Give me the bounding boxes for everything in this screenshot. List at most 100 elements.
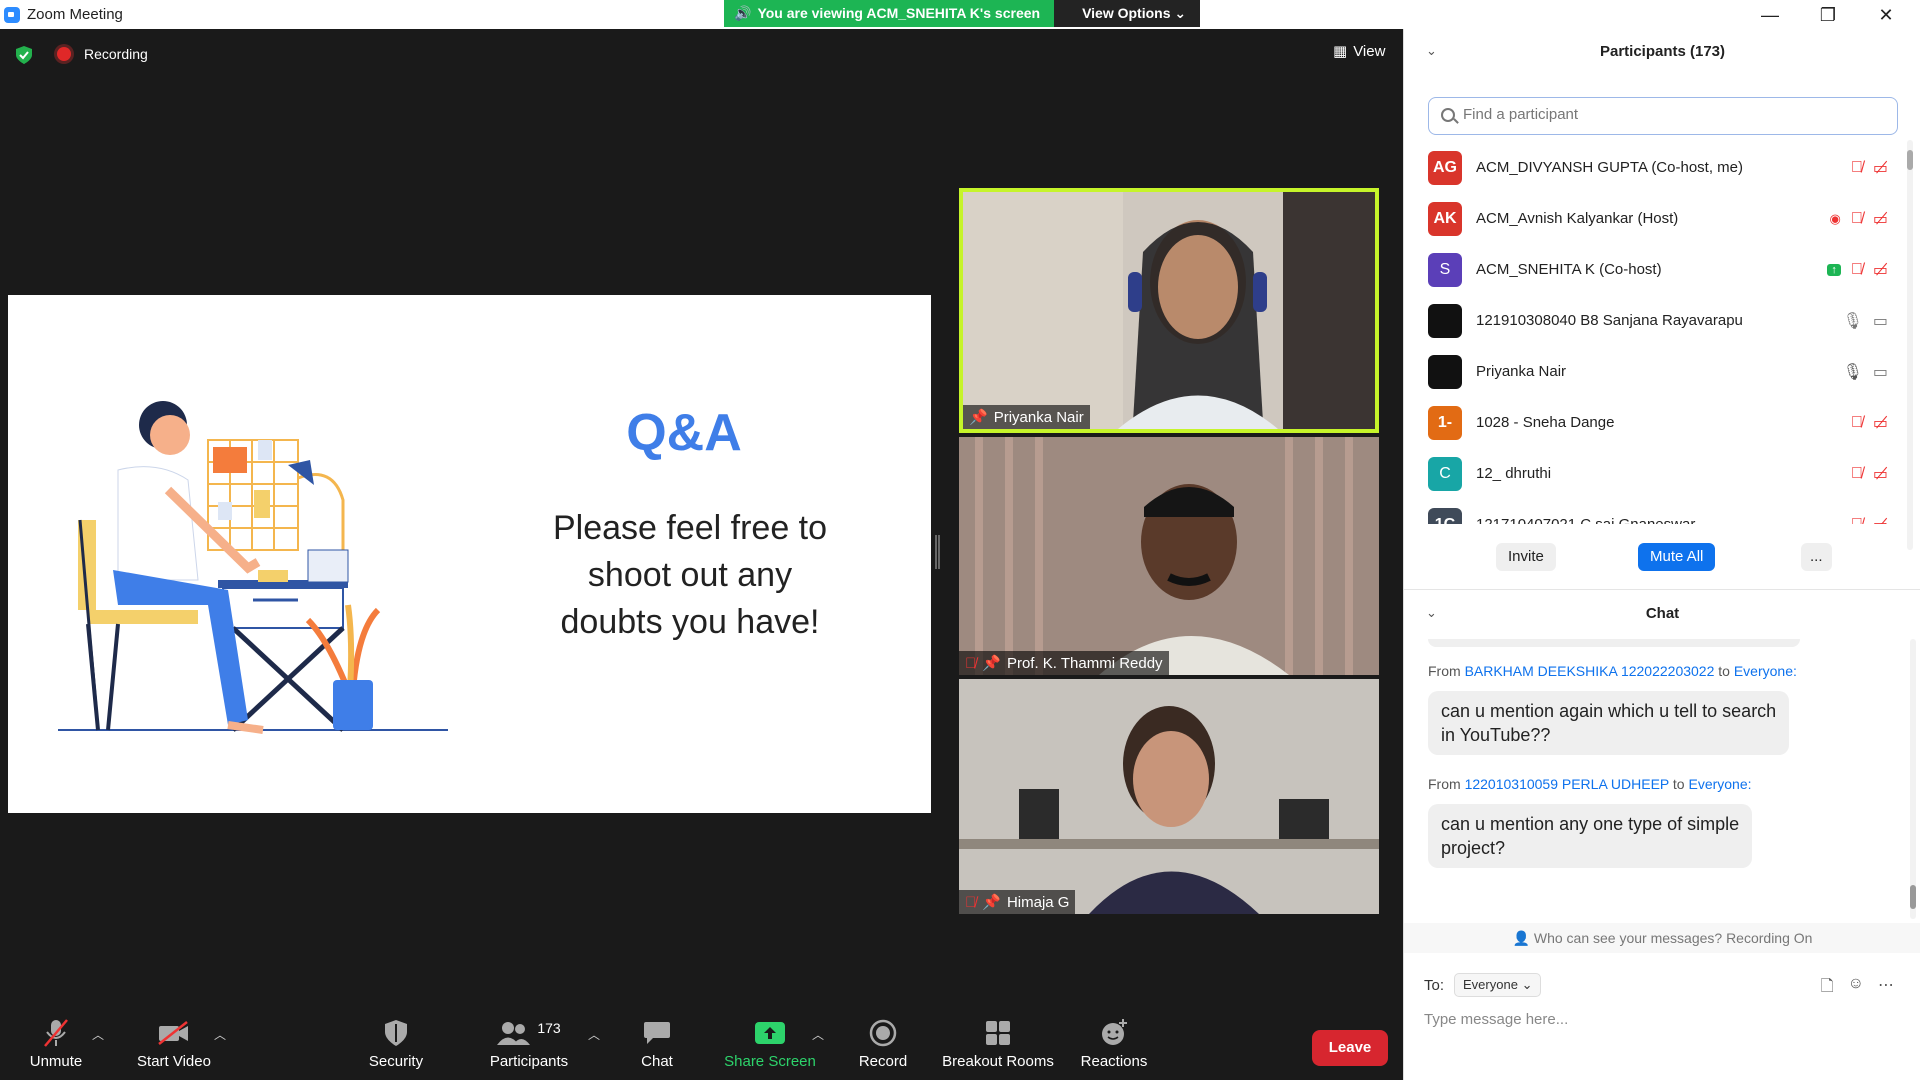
invite-button[interactable]: Invite — [1496, 543, 1556, 571]
window-title: Zoom Meeting — [27, 6, 123, 23]
mic-icon: 🎙 — [1842, 313, 1863, 330]
participant-row[interactable]: C 12_ dhruthi 🎙̸ ▭̸ — [1404, 450, 1904, 501]
video-off-icon — [134, 1016, 214, 1050]
share-screen-button[interactable]: Share Screen — [724, 1016, 816, 1070]
participant-row[interactable]: 1C 121710407021 C sai Gnaneswar 🎙̸ ▭̸ — [1404, 501, 1904, 524]
participant-row[interactable]: 1- 1028 - Sneha Dange 🎙̸ ▭̸ — [1404, 399, 1904, 450]
maximize-button[interactable]: ❐ — [1805, 2, 1851, 28]
avatar — [1428, 355, 1462, 389]
video-options-caret[interactable]: ︿ — [214, 1026, 226, 1043]
start-video-label: Start Video — [137, 1053, 211, 1070]
participant-row[interactable]: Priyanka Nair 🎙 ▭ — [1404, 348, 1904, 399]
avatar: AK — [1428, 202, 1462, 236]
unmute-button[interactable]: Unmute — [26, 1016, 86, 1070]
record-button[interactable]: Record — [854, 1016, 912, 1070]
recipient-name[interactable]: Everyone: — [1688, 776, 1751, 792]
chat-scrollbar[interactable] — [1910, 639, 1916, 919]
participant-row[interactable]: AG ACM_DIVYANSH GUPTA (Co-host, me) 🎙̸ ▭̸ — [1404, 144, 1904, 195]
video-off-icon: ▭̸ — [1873, 515, 1888, 524]
file-icon[interactable]: 🗋 — [1821, 975, 1834, 1002]
from-label: From — [1428, 776, 1461, 792]
recording-icon — [57, 47, 71, 61]
muted-mic-icon: 🎙̸ — [1850, 261, 1863, 278]
person-at-desk-illustration — [58, 401, 448, 734]
pin-icon: 📌 — [982, 655, 1001, 672]
side-panel: ⌄ Participants (173) AG ACM_DIVYANSH GUP… — [1403, 29, 1920, 1080]
participant-name: Himaja G — [1006, 893, 1070, 911]
participant-name: 121710407021 C sai Gnaneswar — [1476, 516, 1695, 524]
participant-name: 12_ dhruthi — [1476, 465, 1552, 482]
avatar: S — [1428, 253, 1462, 287]
participants-icon: 173 — [486, 1016, 572, 1050]
participant-name: ACM_SNEHITA K (Co-host) — [1476, 261, 1662, 278]
participant-row[interactable]: 121910308040 B8 Sanjana Rayavarapu 🎙 ▭ — [1404, 297, 1904, 348]
minimize-button[interactable]: — — [1747, 2, 1793, 28]
avatar — [1428, 304, 1462, 338]
participants-options-caret[interactable]: ︿ — [588, 1026, 600, 1043]
participant-scrollbar[interactable] — [1907, 140, 1913, 550]
view-button[interactable]: ▦ View — [1333, 42, 1386, 61]
leave-button[interactable]: Leave — [1312, 1030, 1388, 1066]
more-icon[interactable]: ⋯ — [1878, 975, 1894, 1002]
participant-name: 1028 - Sneha Dange — [1476, 414, 1615, 431]
message-header: From 122010310059 PERLA UDHEEP to Everyo… — [1428, 776, 1752, 792]
video-off-icon: ▭̸ — [1872, 415, 1888, 432]
chat-button[interactable]: Chat — [632, 1016, 682, 1070]
video-tile[interactable]: 🎙̸ 📌 Prof. K. Thammi Reddy — [959, 437, 1379, 675]
recording-icon: ◉ — [1829, 211, 1841, 226]
slide-title: Q&A — [626, 404, 742, 462]
more-options-button[interactable]: ... — [1801, 543, 1832, 571]
viewing-text: You are viewing ACM_SNEHITA K's screen — [757, 5, 1041, 21]
mic-icon: 🎙 — [1842, 364, 1863, 381]
shared-screen: Q&A Please feel free to shoot out any do… — [8, 295, 931, 813]
shield-icon[interactable] — [16, 46, 32, 64]
sender-name[interactable]: 122010310059 PERLA UDHEEP — [1465, 776, 1669, 792]
participant-name: ACM_Avnish Kalyankar (Host) — [1476, 210, 1679, 227]
avatar: AG — [1428, 151, 1462, 185]
search-input[interactable] — [1463, 106, 1883, 123]
audio-options-caret[interactable]: ︿ — [92, 1026, 104, 1043]
message-input[interactable] — [1424, 1011, 1894, 1028]
mute-all-button[interactable]: Mute All — [1638, 543, 1716, 571]
meeting-toolbar: Unmute ︿ Start Video ︿ Security 173 Part… — [0, 1010, 1403, 1080]
chat-messages: From BARKHAM DEEKSHIKA 122022203022 to E… — [1404, 639, 1904, 919]
panel-splitter[interactable] — [935, 535, 940, 569]
breakout-rooms-label: Breakout Rooms — [942, 1053, 1054, 1070]
speaker-icon: 🔊 — [734, 5, 752, 21]
participant-row[interactable]: S ACM_SNEHITA K (Co-host) ↑ 🎙̸ ▭̸ — [1404, 246, 1904, 297]
video-tile[interactable]: 🎙̸ 📌 Himaja G — [959, 679, 1379, 914]
recipient-select[interactable]: Everyone ⌄ — [1454, 973, 1542, 997]
participant-search[interactable] — [1428, 97, 1898, 135]
view-options-button[interactable]: View Options ⌄ — [1054, 0, 1201, 27]
muted-mic-icon: 🎙̸ — [1850, 414, 1863, 431]
slide-line: shoot out any — [587, 556, 793, 594]
video-tile[interactable]: 📌 Priyanka Nair — [959, 188, 1379, 433]
message-text: can u mention any one type of simple — [1441, 814, 1740, 834]
security-button[interactable]: Security — [366, 1016, 426, 1070]
sender-name[interactable]: BARKHAM DEEKSHIKA 122022203022 — [1465, 663, 1715, 679]
reactions-label: Reactions — [1080, 1053, 1148, 1070]
participant-list: AG ACM_DIVYANSH GUPTA (Co-host, me) 🎙̸ ▭̸… — [1404, 144, 1904, 524]
reactions-button[interactable]: Reactions — [1080, 1016, 1148, 1070]
who-can-see-notice[interactable]: 👤 Who can see your messages? Recording O… — [1404, 923, 1920, 953]
close-button[interactable]: ✕ — [1863, 2, 1909, 28]
message-text: project? — [1441, 838, 1506, 858]
slide-line: Please feel free to — [552, 509, 828, 547]
participant-video — [959, 679, 1379, 914]
share-options-caret[interactable]: ︿ — [812, 1026, 824, 1043]
view-label: View — [1353, 42, 1386, 60]
screen-share-banner: 🔊 You are viewing ACM_SNEHITA K's screen… — [724, 0, 1201, 27]
participant-video — [963, 192, 1375, 429]
breakout-rooms-icon — [938, 1016, 1058, 1050]
start-video-button[interactable]: Start Video — [134, 1016, 214, 1070]
slide-line: doubts you have! — [560, 603, 820, 641]
participant-row[interactable]: AK ACM_Avnish Kalyankar (Host) ◉ 🎙̸ ▭̸ — [1404, 195, 1904, 246]
emoji-icon[interactable]: ☺ — [1848, 975, 1864, 1002]
recipient-value: Everyone — [1463, 977, 1518, 992]
pin-icon: 📌 — [969, 409, 988, 426]
tile-name-label: 🎙̸ 📌 Himaja G — [959, 890, 1076, 914]
breakout-rooms-button[interactable]: Breakout Rooms — [938, 1016, 1058, 1070]
participants-button[interactable]: 173 Participants — [486, 1016, 572, 1070]
tile-name-label: 🎙̸ 📌 Prof. K. Thammi Reddy — [959, 651, 1169, 675]
recipient-name[interactable]: Everyone: — [1734, 663, 1797, 679]
